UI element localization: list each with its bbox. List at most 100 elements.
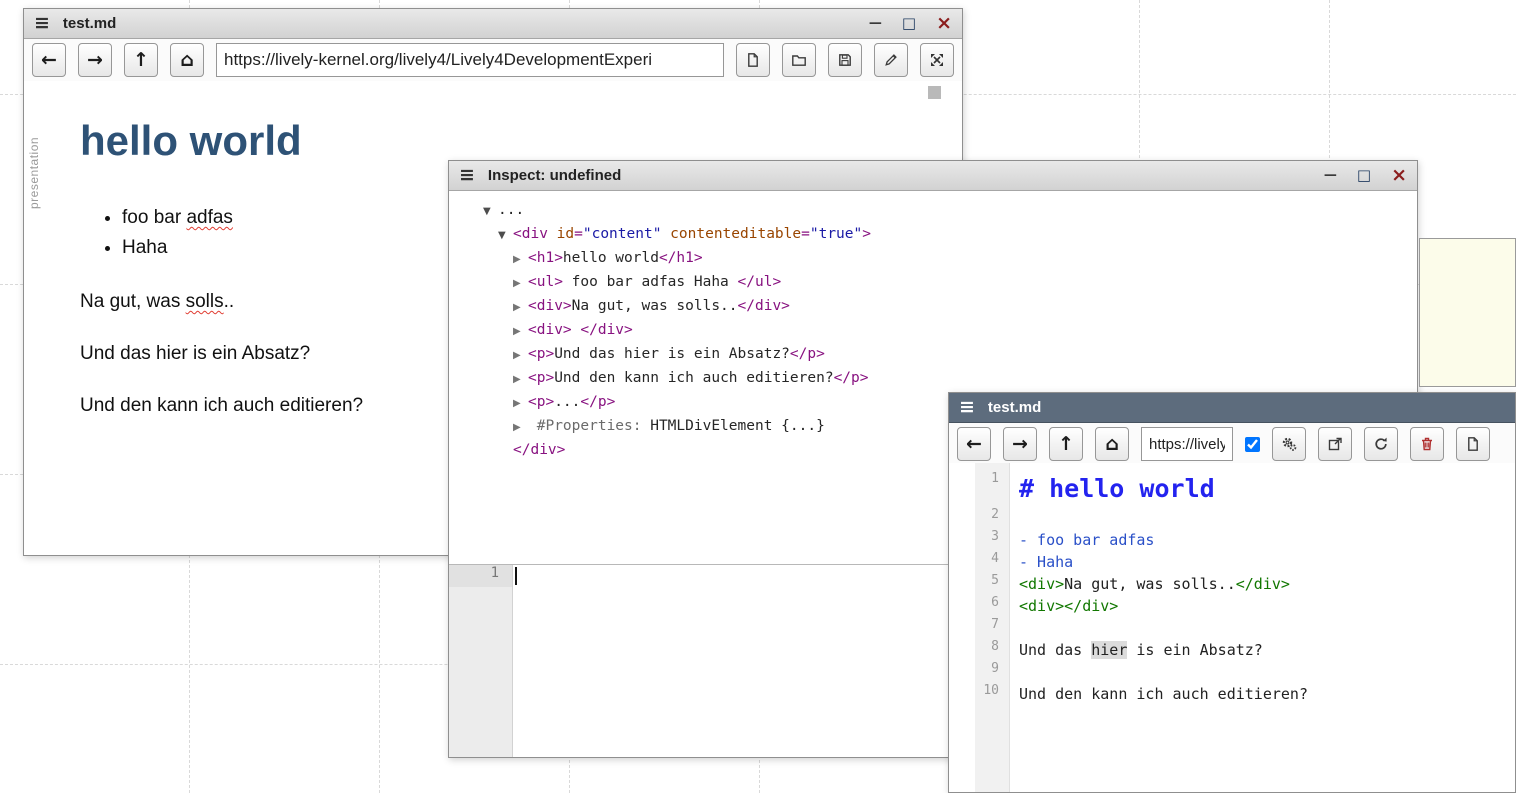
code-line[interactable]: <div>Na gut, was solls..</div>: [1009, 573, 1290, 595]
markdown-source-editor[interactable]: 1# hello world23- foo bar adfas4- Haha5<…: [949, 463, 1515, 792]
code-token: #Properties:: [528, 418, 650, 434]
page-icon: [1465, 436, 1481, 452]
settings-button[interactable]: [1272, 427, 1306, 461]
code-token: "content": [583, 226, 662, 242]
window-menu-icon[interactable]: ≡: [459, 166, 475, 185]
home-button[interactable]: ⌂: [1095, 427, 1129, 461]
code-token: =: [574, 226, 583, 242]
auto-checkbox[interactable]: [1245, 437, 1260, 452]
code-line[interactable]: Und das hier is ein Absatz?: [1009, 639, 1263, 661]
editor-toolbar: ← → ↑ ⌂: [949, 423, 1515, 465]
partial-window[interactable]: [1419, 238, 1516, 387]
new-file-button[interactable]: [1456, 427, 1490, 461]
dom-tree-node[interactable]: ▶<p>Und den kann ich auch editieren?</p>: [483, 367, 1417, 391]
delete-button[interactable]: [1410, 427, 1444, 461]
editor-line: 10Und den kann ich auch editieren?: [949, 683, 1515, 705]
code-line[interactable]: <div></div>: [1009, 595, 1118, 617]
code-line[interactable]: # hello world: [1009, 471, 1215, 507]
floppy-icon: [837, 52, 853, 68]
code-token: </div>: [580, 322, 632, 338]
line-number: 1: [449, 565, 512, 587]
code-line[interactable]: [1009, 617, 1019, 639]
close-icon[interactable]: ×: [1391, 166, 1407, 185]
code-token: </ul>: [738, 274, 782, 290]
dom-tree-node[interactable]: ▶<div> </div>: [483, 319, 1417, 343]
expand-arrow-icon[interactable]: ▶: [513, 321, 528, 343]
line-number-gutter: 1: [449, 565, 513, 757]
dom-tree-node[interactable]: ▼...: [483, 199, 1417, 223]
dom-tree-node[interactable]: ▶<ul> foo bar adfas Haha </ul>: [483, 271, 1417, 295]
code-line[interactable]: Und den kann ich auch editieren?: [1009, 683, 1308, 705]
expand-arrow-icon[interactable]: ▶: [513, 345, 528, 367]
code-token: </p>: [580, 394, 615, 410]
up-button[interactable]: ↑: [1049, 427, 1083, 461]
code-token: Und den kann ich auch editieren?: [1019, 685, 1308, 703]
url-input[interactable]: [1141, 427, 1233, 461]
editor-line: 7: [949, 617, 1515, 639]
close-icon[interactable]: ×: [936, 14, 952, 33]
code-token: <div>: [1019, 575, 1064, 593]
external-link-icon: [1327, 436, 1343, 452]
back-button[interactable]: ←: [32, 43, 66, 77]
collapse-arrow-icon[interactable]: ▼: [483, 201, 498, 223]
code-token: >: [862, 226, 871, 242]
resize-handle[interactable]: [928, 86, 941, 99]
code-token: hello world: [563, 250, 659, 266]
window-menu-icon[interactable]: ≡: [959, 398, 975, 417]
dom-tree-node[interactable]: ▼<div id="content" contenteditable="true…: [483, 223, 1417, 247]
up-button[interactable]: ↑: [124, 43, 158, 77]
text: ..: [224, 291, 235, 312]
code-line[interactable]: - foo bar adfas: [1009, 529, 1154, 551]
code-line[interactable]: - Haha: [1009, 551, 1073, 573]
new-file-button[interactable]: [736, 43, 770, 77]
maximize-icon[interactable]: □: [1357, 168, 1371, 183]
code-token: is ein Absatz?: [1127, 641, 1262, 659]
folder-icon: [791, 52, 807, 68]
expand-arrows-icon: [929, 52, 945, 68]
code-token: ...: [554, 394, 580, 410]
browse-folder-button[interactable]: [782, 43, 816, 77]
editor-line: 5<div>Na gut, was solls..</div>: [949, 573, 1515, 595]
window-title: test.md: [988, 399, 1041, 416]
expand-arrow-icon[interactable]: ▶: [513, 393, 528, 415]
code-token: contenteditable: [670, 226, 801, 242]
collapse-arrow-icon[interactable]: ▼: [498, 225, 513, 247]
back-button[interactable]: ←: [957, 427, 991, 461]
minimize-icon[interactable]: —: [869, 17, 882, 30]
window-menu-icon[interactable]: ≡: [34, 14, 50, 33]
code-line[interactable]: [1009, 661, 1019, 683]
titlebar[interactable]: ≡ Inspect: undefined — □ ×: [449, 161, 1417, 191]
gears-icon: [1281, 436, 1297, 452]
open-external-button[interactable]: [1318, 427, 1352, 461]
line-number: 2: [949, 507, 1009, 522]
refresh-button[interactable]: [1364, 427, 1398, 461]
dom-tree-node[interactable]: ▶<h1>hello world</h1>: [483, 247, 1417, 271]
expand-arrow-icon[interactable]: ▶: [513, 297, 528, 319]
editor-line: 1# hello world: [949, 471, 1515, 507]
url-input[interactable]: [216, 43, 724, 77]
expand-arrow-icon[interactable]: ▶: [513, 417, 528, 439]
code-line[interactable]: [1009, 507, 1019, 529]
save-button[interactable]: [828, 43, 862, 77]
minimize-icon[interactable]: —: [1324, 169, 1337, 182]
forward-button[interactable]: →: [1003, 427, 1037, 461]
forward-button[interactable]: →: [78, 43, 112, 77]
expand-arrow-icon[interactable]: ▶: [513, 369, 528, 391]
expand-button[interactable]: [920, 43, 954, 77]
code-token: <div: [513, 226, 557, 242]
code-token: foo bar adfas Haha: [563, 274, 738, 290]
line-number: 5: [949, 573, 1009, 588]
line-number: 3: [949, 529, 1009, 544]
line-number: 7: [949, 617, 1009, 632]
home-button[interactable]: ⌂: [170, 43, 204, 77]
editor-line: 2: [949, 507, 1515, 529]
maximize-icon[interactable]: □: [902, 16, 916, 31]
expand-arrow-icon[interactable]: ▶: [513, 273, 528, 295]
titlebar[interactable]: ≡ test.md: [949, 393, 1515, 423]
dom-tree-node[interactable]: ▶<p>Und das hier is ein Absatz?</p>: [483, 343, 1417, 367]
edit-button[interactable]: [874, 43, 908, 77]
titlebar[interactable]: ≡ test.md — □ ×: [24, 9, 962, 39]
expand-arrow-icon[interactable]: ▶: [513, 249, 528, 271]
dom-tree-node[interactable]: ▶<div>Na gut, was solls..</div>: [483, 295, 1417, 319]
window-controls: — □ ×: [869, 14, 952, 33]
